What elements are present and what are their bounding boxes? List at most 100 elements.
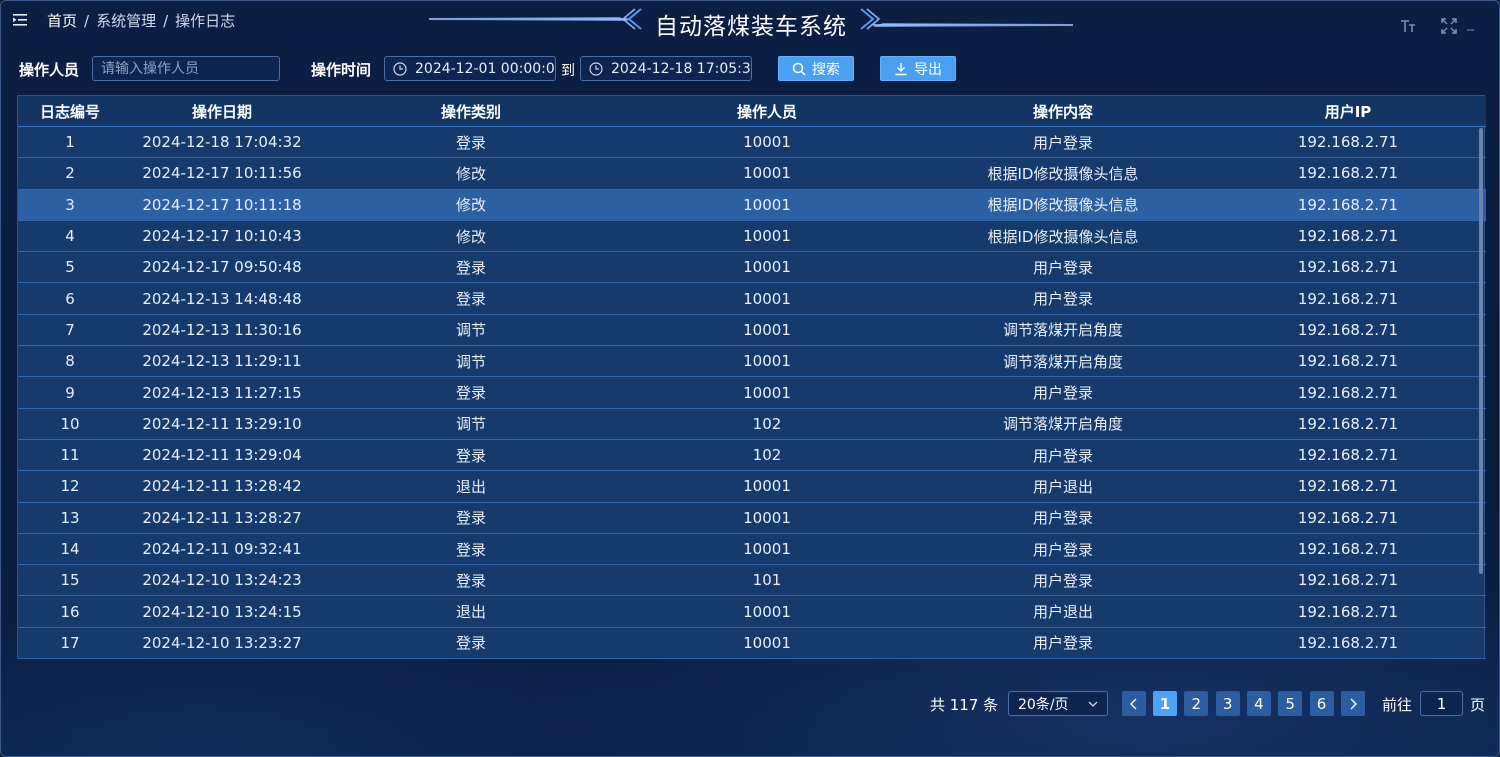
table-row[interactable]: 13 2024-12-11 13:28:27 登录 10001 用户登录 192.168.…: [18, 503, 1486, 534]
app-window: 首页 / 系统管理 / 操作日志 自动落煤装车系统 _ 操作人员 请输入操作人员…: [0, 0, 1500, 757]
cell-log-id: 12: [60, 477, 80, 496]
page-button-3[interactable]: 3: [1215, 691, 1240, 716]
table-row[interactable]: 2 2024-12-17 10:11:56 修改 10001 根据ID修改摄像头信息 19…: [18, 158, 1486, 190]
cell-operation-content: 用户登录: [1032, 540, 1093, 559]
end-time-picker[interactable]: 2024-12-18 17:05:30: [580, 56, 752, 81]
search-button[interactable]: 搜索: [778, 56, 854, 81]
column-header-operation-type: 操作类别: [440, 102, 501, 121]
cell-operation-content: 根据ID修改摄像头信息: [987, 227, 1139, 246]
cell-operation-date: 2024-12-11 13:29:10: [142, 414, 302, 433]
goto-page-input[interactable]: [1420, 691, 1463, 716]
table-row[interactable]: 15 2024-12-10 13:24:23 登录 101 用户登录 192.168.2.…: [18, 565, 1486, 597]
chevron-right-icon: [1350, 698, 1357, 709]
cell-operation-date: 2024-12-10 13:24:15: [142, 602, 302, 621]
cell-operator: 10001: [743, 227, 791, 246]
search-icon: [792, 62, 806, 76]
cell-operation-date: 2024-12-17 10:10:43: [142, 227, 302, 246]
page-button-1[interactable]: 1: [1153, 691, 1177, 716]
breadcrumb-operation-log: 操作日志: [175, 12, 236, 30]
cell-log-id: 9: [65, 383, 75, 402]
breadcrumb-system-management[interactable]: 系统管理: [96, 10, 156, 31]
cell-operation-type: 登录: [455, 133, 486, 152]
breadcrumb-home[interactable]: 首页: [47, 10, 77, 31]
minimize-button[interactable]: _: [1467, 15, 1474, 31]
fullscreen-icon[interactable]: [1441, 18, 1457, 38]
cell-operation-type: 登录: [455, 258, 486, 277]
cell-operator: 10001: [743, 195, 791, 214]
table-row[interactable]: 3 2024-12-17 10:11:18 修改 10001 根据ID修改摄像头信息 19…: [18, 189, 1486, 221]
cell-user-ip: 192.168.2.71: [1297, 414, 1399, 433]
filter-bar: 操作人员 操作时间 2024-12-01 00:00:00 到 2024-12-…: [19, 56, 1479, 81]
cell-operation-type: 登录: [455, 634, 486, 653]
column-header-log-id: 日志编号: [39, 102, 100, 121]
export-button-label: 导出: [914, 61, 942, 78]
prev-page-button[interactable]: [1122, 691, 1146, 716]
page-size-select[interactable]: 20条/页: [1008, 691, 1108, 716]
cell-log-id: 3: [65, 195, 75, 214]
operator-input[interactable]: [92, 56, 280, 81]
cell-operation-date: 2024-12-17 10:11:56: [142, 164, 302, 183]
cell-log-id: 4: [65, 227, 75, 246]
cell-operation-type: 修改: [455, 196, 486, 215]
cell-operation-content: 调节落煤开启角度: [1002, 321, 1123, 340]
cell-operator: 10001: [743, 602, 791, 621]
cell-operation-content: 根据ID修改摄像头信息: [987, 164, 1139, 183]
cell-operation-content: 用户退出: [1032, 477, 1093, 496]
table-row[interactable]: 8 2024-12-13 11:29:11 调节 10001 调节落煤开启角度 192.1…: [18, 346, 1486, 378]
table-row[interactable]: 17 2024-12-10 13:23:27 登录 10001 用户登录 192.168.…: [18, 628, 1486, 660]
table-row[interactable]: 4 2024-12-17 10:10:43 修改 10001 根据ID修改摄像头信息 19…: [18, 221, 1486, 253]
page-button-2[interactable]: 2: [1184, 691, 1209, 716]
scrollbar-thumb[interactable]: [1479, 128, 1483, 574]
cell-log-id: 16: [60, 602, 80, 621]
breadcrumb-separator: /: [163, 11, 169, 30]
cell-log-id: 14: [60, 540, 80, 559]
cell-user-ip: 192.168.2.71: [1297, 571, 1399, 590]
page-button-4[interactable]: 4: [1246, 691, 1271, 716]
top-bar: 首页 / 系统管理 / 操作日志 自动落煤装车系统 _: [1, 1, 1499, 41]
cell-operation-date: 2024-12-17 09:50:48: [142, 258, 302, 277]
table-header: 日志编号 操作日期 操作类别 操作人员 操作内容 用户IP: [18, 96, 1486, 127]
total-count: 共 117 条: [930, 696, 999, 714]
cell-user-ip: 192.168.2.71: [1297, 320, 1399, 339]
table-row[interactable]: 9 2024-12-13 11:27:15 登录 10001 用户登录 192.168.2…: [18, 377, 1486, 409]
breadcrumb-separator: /: [84, 11, 90, 30]
cell-operator: 10001: [743, 258, 791, 277]
table-row[interactable]: 10 2024-12-11 13:29:10 调节 102 调节落煤开启角度 192.16…: [18, 409, 1486, 440]
next-page-button[interactable]: [1341, 691, 1365, 716]
menu-toggle-icon[interactable]: [13, 13, 27, 27]
table-row[interactable]: 6 2024-12-13 14:48:48 登录 10001 用户登录 192.168.2…: [18, 284, 1486, 315]
page-button-5[interactable]: 5: [1278, 691, 1303, 716]
table-row[interactable]: 7 2024-12-13 11:30:16 调节 10001 调节落煤开启角度 192.1…: [18, 315, 1486, 347]
cell-user-ip: 192.168.2.71: [1297, 477, 1399, 496]
table-row[interactable]: 5 2024-12-17 09:50:48 登录 10001 用户登录 192.168.2…: [18, 252, 1486, 284]
table-row[interactable]: 1 2024-12-18 17:04:32 登录 10001 用户登录 192.168.2…: [18, 127, 1486, 159]
cell-operation-type: 退出: [455, 603, 486, 622]
cell-user-ip: 192.168.2.71: [1297, 195, 1399, 214]
start-time-picker[interactable]: 2024-12-01 00:00:00: [384, 56, 556, 81]
cell-operation-date: 2024-12-10 13:23:27: [142, 633, 302, 652]
cell-operation-content: 调节落煤开启角度: [1002, 415, 1123, 434]
page-button-6[interactable]: 6: [1309, 691, 1334, 716]
cell-log-id: 13: [60, 508, 80, 527]
cell-operation-content: 用户登录: [1032, 571, 1093, 590]
export-button[interactable]: 导出: [880, 56, 956, 81]
cell-operation-date: 2024-12-11 13:28:42: [142, 477, 302, 496]
search-button-label: 搜索: [812, 61, 840, 78]
cell-operation-date: 2024-12-18 17:04:32: [142, 133, 302, 152]
cell-user-ip: 192.168.2.71: [1297, 633, 1399, 652]
cell-operation-date: 2024-12-11 13:29:04: [142, 446, 302, 465]
table-row[interactable]: 14 2024-12-11 09:32:41 登录 10001 用户登录 192.168.…: [18, 534, 1486, 566]
table-row[interactable]: 16 2024-12-10 13:24:15 退出 10001 用户退出 192.168.…: [18, 597, 1486, 628]
font-size-icon[interactable]: [1400, 18, 1416, 38]
cell-log-id: 6: [65, 289, 75, 308]
table-row[interactable]: 12 2024-12-11 13:28:42 退出 10001 用户退出 192.168.…: [18, 471, 1486, 503]
cell-user-ip: 192.168.2.71: [1297, 164, 1399, 183]
column-header-operation-content: 操作内容: [1032, 102, 1093, 121]
cell-operation-type: 登录: [455, 571, 486, 590]
cell-operator: 10001: [743, 633, 791, 652]
cell-operation-type: 登录: [455, 509, 486, 528]
cell-operator: 10001: [743, 352, 791, 371]
table-row[interactable]: 11 2024-12-11 13:29:04 登录 102 用户登录 192.168.2.…: [18, 440, 1486, 472]
cell-log-id: 5: [65, 258, 75, 277]
cell-user-ip: 192.168.2.71: [1297, 508, 1399, 527]
